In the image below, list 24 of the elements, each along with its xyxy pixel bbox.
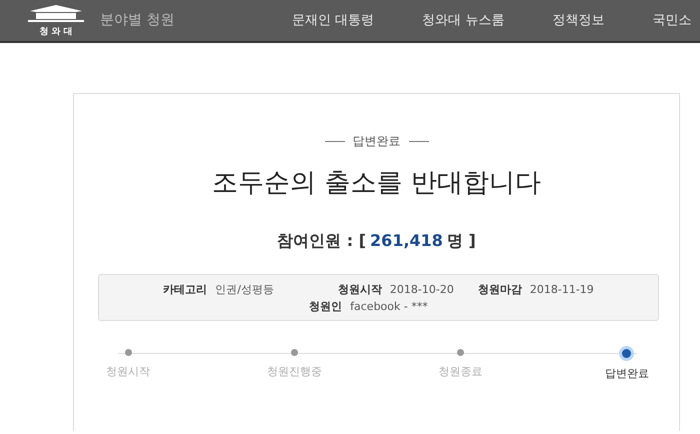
participant-count: 261,418: [370, 230, 443, 252]
info-value: 2018-10-20: [390, 282, 454, 298]
info-label: 청원마감: [478, 282, 522, 298]
info-label: 청원시작: [338, 282, 382, 298]
section-title: 분야별 청원: [100, 11, 174, 30]
logo-text: 청 와 대: [39, 28, 73, 37]
petition-title: 조두순의 출소를 반대합니다: [212, 167, 541, 200]
info-value: facebook - ***: [350, 298, 428, 314]
info-label: 카테고리: [163, 282, 208, 298]
step-label: 청원진행중: [266, 364, 322, 380]
step-label: 답변완료: [604, 366, 649, 382]
info-value: 인권/성평등: [215, 282, 274, 298]
nav-link[interactable]: 국민소: [652, 10, 692, 30]
nav-link[interactable]: 청와대 뉴스룸: [422, 10, 504, 30]
building-icon: [26, 4, 86, 24]
status-label: 답변완료: [352, 133, 400, 150]
nav-link[interactable]: 정책정보: [552, 10, 604, 30]
count-unit: 명 ]: [446, 230, 476, 252]
info-value: 2018-11-19: [530, 282, 594, 298]
step-label: 청원종료: [438, 364, 483, 380]
count-label: 참여인원 : [: [277, 230, 366, 252]
step-label: 청원시작: [106, 364, 150, 380]
nav-link[interactable]: 문재인 대통령: [292, 10, 374, 30]
info-label: 청원인: [309, 298, 342, 314]
